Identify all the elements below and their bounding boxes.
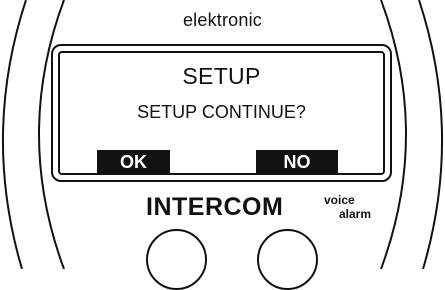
screen-title: SETUP [182, 63, 261, 89]
housing-left-arc-outer [1, 0, 27, 269]
right-hardware-button[interactable] [257, 229, 318, 290]
no-softkey[interactable]: NO [256, 150, 338, 175]
ok-softkey[interactable]: OK [97, 150, 170, 175]
left-hardware-button[interactable] [146, 229, 207, 290]
screen-prompt: SETUP CONTINUE? [137, 102, 306, 122]
intercom-logo: INTERCOM [146, 193, 284, 221]
housing-right-arc-outer [418, 0, 444, 269]
logo-voice-text: voice [324, 193, 355, 207]
brand-label: elektronic [182, 10, 263, 30]
logo-alarm-text: alarm [339, 207, 372, 221]
